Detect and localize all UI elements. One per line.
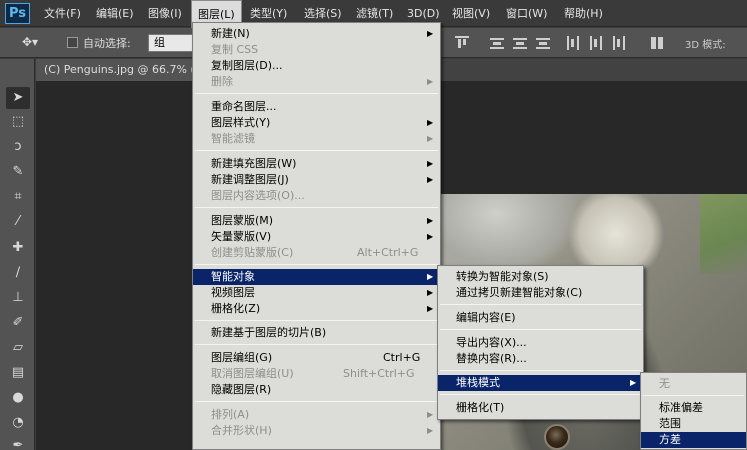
- menu-separator: [195, 320, 438, 321]
- layer-menu-item-hide-layers[interactable]: 隐藏图层(R): [193, 382, 440, 398]
- menu-separator: [195, 150, 438, 151]
- marquee-tool-icon[interactable]: ⬚: [6, 111, 30, 133]
- menu-separator: [195, 344, 438, 345]
- gradient-tool-icon[interactable]: ▤: [6, 362, 30, 384]
- pen-tool-icon[interactable]: ✒: [6, 435, 30, 450]
- auto-align-icon[interactable]: [650, 36, 664, 50]
- document-tab[interactable]: (C) Penguins.jpg @ 66.7% (R: [36, 59, 196, 81]
- photo-foliage: [700, 194, 747, 274]
- menu-file[interactable]: 文件(F): [38, 0, 87, 27]
- layer-menu-item-arrange[interactable]: 排列(A) ▶: [193, 407, 440, 423]
- stack-mode-item-standard-deviation[interactable]: 标准偏差: [641, 400, 746, 416]
- stack-mode-item-none[interactable]: 无: [641, 376, 746, 392]
- menu-window[interactable]: 窗口(W): [500, 0, 553, 27]
- smart-object-item-replace-contents[interactable]: 替换内容(R)...: [438, 351, 643, 367]
- menu-separator: [440, 304, 641, 305]
- move-tool-icon[interactable]: ✥▾: [22, 35, 44, 51]
- layer-menu-item-copy-css[interactable]: 复制 CSS: [193, 42, 440, 58]
- smart-object-item-stack-mode[interactable]: 堆栈模式 ▶: [438, 375, 643, 391]
- layer-menu-item-new-slice[interactable]: 新建基于图层的切片(B): [193, 325, 440, 341]
- koala-eye: [544, 424, 570, 450]
- menu-separator: [440, 394, 641, 395]
- menu-separator: [195, 264, 438, 265]
- layer-menu: 新建(N) ▶ 复制 CSS 复制图层(D)... 删除 ▶ 重命名图层... 图层…: [192, 22, 441, 450]
- menu-separator: [643, 395, 744, 396]
- menu-help[interactable]: 帮助(H): [558, 0, 609, 27]
- layer-menu-item-combine-shapes[interactable]: 合并形状(H) ▶: [193, 423, 440, 439]
- history-brush-tool-icon[interactable]: ✐: [6, 312, 30, 334]
- menu-image[interactable]: 图像(I): [142, 0, 188, 27]
- distribute-top-icon[interactable]: [490, 36, 504, 50]
- layer-menu-item-ungroup-layers[interactable]: 取消图层编组(U) Shift+Ctrl+G: [193, 366, 440, 382]
- menu-separator: [195, 93, 438, 94]
- menu-view[interactable]: 视图(V): [446, 0, 496, 27]
- 3d-mode-label: 3D 模式:: [685, 40, 726, 51]
- tools-panel: ➤ ⬚ ↄ ✎ ⌗ ⁄ ✚ ∕ ⊥ ✐ ▱ ▤ ● ◔ ✒: [0, 59, 35, 450]
- crop-tool-icon[interactable]: ⌗: [6, 186, 30, 208]
- layer-menu-item-new[interactable]: 新建(N) ▶: [193, 26, 440, 42]
- menu-separator: [440, 329, 641, 330]
- distribute-bottom-icon[interactable]: [536, 36, 550, 50]
- move-tool-icon[interactable]: ➤: [6, 87, 30, 109]
- autoselect-checkbox[interactable]: [67, 37, 78, 48]
- smart-object-item-edit-contents[interactable]: 编辑内容(E): [438, 310, 643, 326]
- menu-separator: [195, 401, 438, 402]
- layer-menu-item-new-adjustment-layer[interactable]: 新建调整图层(J) ▶: [193, 172, 440, 188]
- layer-menu-item-layer-style[interactable]: 图层样式(Y) ▶: [193, 115, 440, 131]
- distribute-right-icon[interactable]: [612, 36, 626, 50]
- distribute-left-icon[interactable]: [566, 36, 580, 50]
- menu-separator: [195, 207, 438, 208]
- layer-menu-item-clipping-mask[interactable]: 创建剪贴蒙版(C) Alt+Ctrl+G: [193, 245, 440, 261]
- stack-mode-item-range[interactable]: 范围: [641, 416, 746, 432]
- align-top-icon[interactable]: [455, 36, 469, 50]
- menu-edit[interactable]: 编辑(E): [90, 0, 140, 27]
- stack-mode-item-variance[interactable]: 方差: [641, 432, 746, 448]
- smart-object-item-rasterize[interactable]: 栅格化(T): [438, 400, 643, 416]
- menu-separator: [440, 370, 641, 371]
- layer-menu-item-layer-content-options[interactable]: 图层内容选项(O)...: [193, 188, 440, 204]
- smart-object-item-export-contents[interactable]: 导出内容(X)...: [438, 335, 643, 351]
- blur-tool-icon[interactable]: ●: [6, 387, 30, 409]
- layer-menu-item-layer-mask[interactable]: 图层蒙版(M) ▶: [193, 213, 440, 229]
- distribute-hcenter-icon[interactable]: [589, 36, 603, 50]
- layer-menu-item-smart-object[interactable]: 智能对象 ▶: [193, 269, 440, 285]
- layer-menu-item-smart-filter[interactable]: 智能滤镜 ▶: [193, 131, 440, 147]
- smart-object-submenu: 转换为智能对象(S) 通过拷贝新建智能对象(C) 编辑内容(E) 导出内容(X)…: [437, 265, 644, 420]
- layer-menu-item-group-layers[interactable]: 图层编组(G) Ctrl+G: [193, 350, 440, 366]
- healing-brush-tool-icon[interactable]: ✚: [6, 237, 30, 259]
- brush-tool-icon[interactable]: ∕: [6, 262, 30, 284]
- photoshop-logo: Ps: [5, 3, 30, 24]
- distribute-vcenter-icon[interactable]: [513, 36, 527, 50]
- layer-menu-item-duplicate[interactable]: 复制图层(D)...: [193, 58, 440, 74]
- layer-menu-item-new-fill-layer[interactable]: 新建填充图层(W) ▶: [193, 156, 440, 172]
- stack-mode-submenu: 无 标准偏差 范围 方差: [640, 372, 747, 450]
- layer-menu-item-vector-mask[interactable]: 矢量蒙版(V) ▶: [193, 229, 440, 245]
- layer-menu-item-delete[interactable]: 删除 ▶: [193, 74, 440, 90]
- layer-menu-item-rename[interactable]: 重命名图层...: [193, 99, 440, 115]
- layer-menu-item-rasterize[interactable]: 栅格化(Z) ▶: [193, 301, 440, 317]
- layer-menu-item-video-layer[interactable]: 视频图层 ▶: [193, 285, 440, 301]
- clone-stamp-tool-icon[interactable]: ⊥: [6, 287, 30, 309]
- autoselect-target-dropdown[interactable]: 组: [148, 34, 196, 52]
- smart-object-item-new-via-copy[interactable]: 通过拷贝新建智能对象(C): [438, 285, 643, 301]
- autoselect-label: 自动选择:: [83, 37, 131, 50]
- lasso-tool-icon[interactable]: ↄ: [6, 136, 30, 158]
- quick-select-tool-icon[interactable]: ✎: [6, 161, 30, 183]
- smart-object-item-convert[interactable]: 转换为智能对象(S): [438, 269, 643, 285]
- dodge-tool-icon[interactable]: ◔: [6, 412, 30, 434]
- eyedropper-tool-icon[interactable]: ⁄: [6, 211, 30, 233]
- eraser-tool-icon[interactable]: ▱: [6, 337, 30, 359]
